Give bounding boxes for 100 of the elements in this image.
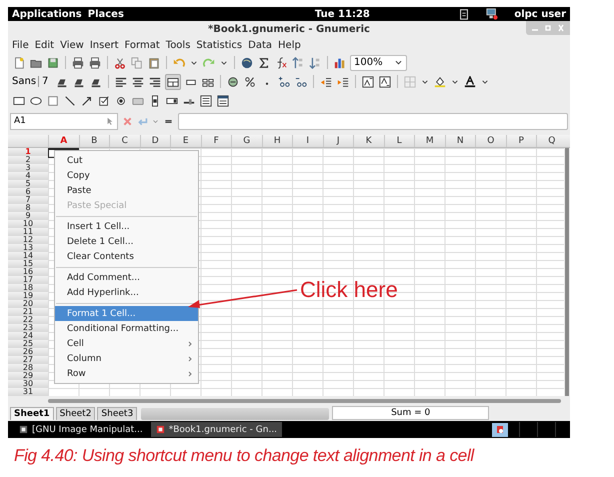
user-name[interactable]: olpc user [514,8,566,20]
sort-ascending-icon[interactable] [291,56,305,70]
new-document-icon[interactable] [12,56,26,70]
grid-header-letter[interactable]: I [292,135,322,147]
grid-header-letter[interactable]: L [384,135,414,147]
menu-item[interactable]: Edit [34,40,54,50]
row-header[interactable]: 24 [8,332,48,340]
context-menu-item[interactable]: Insert 1 Cell... [55,219,198,234]
taskbar-button[interactable]: *Book1.gnumeric - Gn... [150,422,282,437]
row-header[interactable]: 28 [8,364,48,372]
clipboard-icon[interactable] [458,8,470,20]
grid-header-letter[interactable]: H [262,135,292,147]
menu-item[interactable]: Insert [90,40,119,50]
context-menu-item[interactable]: Add Hyperlink... [55,285,198,300]
grid-header-letter[interactable]: Q [536,135,566,147]
panel-menu[interactable]: Places [88,8,124,20]
row-header[interactable]: 8 [8,204,48,212]
subscript-icon[interactable] [378,74,392,88]
grid-header-letter[interactable]: B [78,135,109,147]
row-header[interactable]: 4 [8,172,48,180]
row-header[interactable]: 3 [8,164,48,172]
print-icon[interactable] [71,56,85,70]
cut-icon[interactable] [113,56,127,70]
menu-item[interactable]: Statistics [196,40,242,50]
menu-item[interactable]: File [12,40,29,50]
grid-header-letter[interactable]: E [170,135,200,147]
row-header[interactable]: 23 [8,324,48,332]
sum-icon[interactable] [257,56,271,70]
paste-icon[interactable] [147,56,161,70]
row-header[interactable]: 29 [8,372,48,380]
panel-menu[interactable]: Applications [12,8,82,20]
menu-item[interactable]: Data [248,40,272,50]
font-name-field[interactable]: Sans [12,76,40,87]
grid-header-letter[interactable]: J [322,135,353,147]
increase-decimals-icon[interactable] [277,74,292,88]
sort-descending-icon[interactable] [308,56,322,70]
context-menu-item[interactable]: Conditional Formatting... [55,321,198,336]
grid-header-letter[interactable]: G [231,135,262,147]
row-header[interactable]: 20 [8,300,48,308]
desktop-switch-icon[interactable] [492,422,508,436]
context-menu-item[interactable]: Cut [55,153,198,168]
cell-reference-field[interactable]: A1 [10,112,118,130]
row-header[interactable]: 6 [8,188,48,196]
bar-chart-icon[interactable] [333,56,347,70]
context-menu-item[interactable]: Column [55,351,198,366]
row-header[interactable]: 12 [8,236,48,244]
menu-item[interactable]: Format [124,40,160,50]
grid-header-letter[interactable]: A [48,135,78,147]
print-preview-icon[interactable] [88,56,102,70]
row-header[interactable]: 26 [8,348,48,356]
taskbar-button[interactable]: [GNU Image Manipulat... [14,422,148,437]
row-header[interactable]: 10 [8,220,48,228]
row-header[interactable]: 7 [8,196,48,204]
tab-scrollbar[interactable] [141,408,330,420]
globe-icon[interactable] [240,56,254,70]
frame-icon[interactable] [46,94,60,108]
menu-item[interactable]: Tools [166,40,190,50]
grid-header-letter[interactable]: P [506,135,536,147]
font-size-field[interactable]: 7 [42,76,48,87]
row-header[interactable]: 11 [8,228,48,236]
row-header[interactable]: 21 [8,308,48,316]
zoom-combo[interactable]: 100% [350,54,407,70]
row-header[interactable]: 15 [8,260,48,268]
row-header[interactable]: 17 [8,276,48,284]
context-menu-item[interactable]: Add Comment... [55,270,198,285]
formula-input[interactable] [178,112,568,130]
grid-header-letter[interactable]: K [353,135,384,147]
row-header[interactable]: 30 [8,380,48,388]
save-icon[interactable] [46,56,60,70]
row-header[interactable]: 22 [8,316,48,324]
menu-item[interactable]: View [60,40,84,50]
row-header[interactable]: 1 [8,148,48,156]
grid-header-letter[interactable]: N [444,135,475,147]
menu-item[interactable]: Help [278,40,301,50]
sheet-tab[interactable]: Sheet1 [10,407,54,420]
grid-header-letter[interactable]: O [475,135,506,147]
context-menu-item[interactable]: Paste [55,183,198,198]
row-header[interactable]: 19 [8,292,48,300]
row-header[interactable]: 2 [8,156,48,164]
context-menu-item[interactable]: Copy [55,168,198,183]
checkbox-icon[interactable] [97,94,111,108]
row-header[interactable]: 9 [8,212,48,220]
row-header[interactable]: 31 [8,388,48,396]
horizontal-scrollbar[interactable] [48,399,561,403]
combo-icon[interactable] [216,94,230,108]
merge-cells-icon[interactable] [165,74,182,90]
superscript-icon[interactable] [361,74,376,88]
context-menu-item[interactable]: Delete 1 Cell... [55,234,198,249]
line-icon[interactable] [63,94,77,108]
network-icon[interactable] [486,8,498,20]
row-header[interactable]: 16 [8,268,48,276]
list-icon[interactable] [199,94,213,108]
sheet-tab[interactable]: Sheet2 [56,407,96,420]
row-header[interactable]: 18 [8,284,48,292]
percent-icon[interactable] [243,74,258,88]
context-menu-item[interactable]: Cell [55,336,198,351]
font-color-icon[interactable] [463,74,478,88]
row-header[interactable]: 13 [8,244,48,252]
grid-header-letter[interactable]: M [414,135,444,147]
sheet-tab[interactable]: Sheet3 [97,407,138,420]
